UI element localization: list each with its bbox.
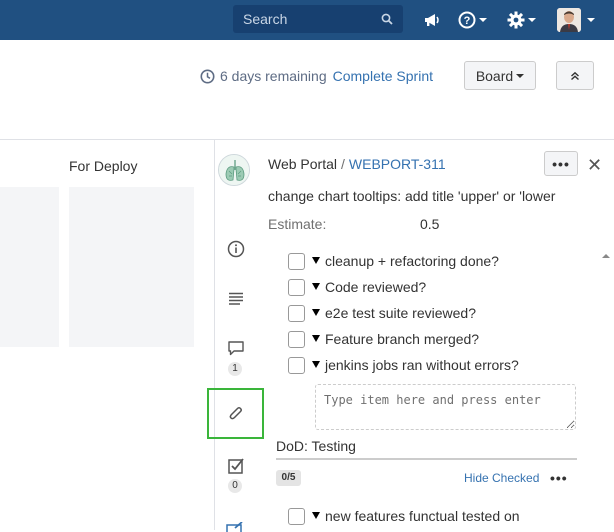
issue-key-link[interactable]: WEBPORT-311 (349, 156, 446, 172)
gear-icon (507, 11, 525, 29)
collapse-header-button[interactable] (556, 61, 594, 90)
checklist-item-label: e2e test suite reviewed? (325, 305, 476, 321)
expand-triangle-icon[interactable] (312, 308, 320, 316)
header-divider (0, 139, 614, 140)
checklist-more-button[interactable]: ••• (550, 470, 568, 486)
checklist-progress-badge: 0/5 (276, 470, 301, 486)
expand-triangle-icon[interactable] (312, 282, 320, 290)
chevron-down-icon (516, 73, 525, 78)
attachments-highlight (207, 388, 264, 439)
search-icon[interactable] (381, 13, 393, 25)
svg-text:?: ? (464, 15, 471, 27)
chevron-down-icon[interactable] (587, 18, 595, 22)
checklist-item-label: new features functual tested on (325, 508, 520, 524)
checklists-count-badge: 0 (228, 479, 242, 493)
checklist-item: jenkins jobs ran without errors? (288, 355, 519, 375)
checklist-item-label: cleanup + refactoring done? (325, 253, 499, 269)
description-icon[interactable] (227, 290, 245, 308)
breadcrumb-separator: / (341, 156, 345, 172)
checklist-item: e2e test suite reviewed? (288, 303, 476, 323)
checklist-progress-line (276, 458, 577, 460)
checklist-item: Feature branch merged? (288, 329, 479, 349)
checklist-item-checkbox[interactable] (288, 252, 305, 270)
board-column-area (0, 187, 59, 347)
detail-scrollbar[interactable] (600, 250, 614, 530)
issue-more-actions-button[interactable]: ••• (544, 151, 578, 176)
project-avatar (218, 154, 250, 186)
estimate-value[interactable]: 0.5 (420, 216, 439, 232)
user-avatar[interactable] (557, 8, 581, 32)
checklist-item-checkbox[interactable] (288, 304, 305, 322)
complete-sprint-link[interactable]: Complete Sprint (333, 68, 433, 84)
new-checklist-item-input[interactable] (316, 385, 575, 429)
scroll-up-arrow-icon[interactable] (602, 254, 610, 258)
checklist-item-label: Feature branch merged? (325, 331, 480, 347)
chevron-down-icon (479, 18, 487, 22)
info-icon[interactable] (227, 240, 245, 258)
expand-triangle-icon[interactable] (312, 256, 320, 264)
project-name[interactable]: Web Portal (268, 156, 337, 172)
notifications-button[interactable] (423, 8, 441, 32)
help-icon: ? (458, 11, 476, 29)
chevron-double-up-icon (571, 71, 579, 80)
top-navigation-bar: ? (0, 0, 614, 40)
board-menu-button[interactable]: Board (464, 61, 536, 90)
megaphone-icon (425, 14, 439, 26)
checklist-item-checkbox[interactable] (288, 330, 305, 348)
chevron-down-icon (528, 18, 536, 22)
user-photo-icon (557, 8, 581, 32)
settings-menu-button[interactable] (507, 8, 536, 32)
checklist-item: Code reviewed? (288, 277, 426, 297)
comment-icon[interactable] (227, 339, 245, 357)
expand-triangle-icon[interactable] (312, 360, 320, 368)
checklist-item-checkbox[interactable] (288, 278, 305, 296)
issue-breadcrumb: Web Portal / WEBPORT-311 (268, 156, 446, 172)
clock-icon (200, 69, 215, 83)
issue-summary[interactable]: change chart tooltips: add title 'upper'… (268, 188, 555, 204)
board-button-label: Board (475, 67, 514, 84)
close-icon[interactable]: ✕ (587, 156, 602, 174)
new-checklist-item-box[interactable] (315, 384, 576, 430)
checklist-item-checkbox[interactable] (288, 356, 305, 374)
comments-count-badge: 1 (228, 362, 242, 376)
help-menu-button[interactable]: ? (458, 8, 487, 32)
checklist-item: cleanup + refactoring done? (288, 251, 499, 271)
column-title-for-deploy: For Deploy (69, 158, 138, 174)
estimate-label: Estimate: (268, 216, 327, 232)
checklist-icon[interactable] (227, 457, 245, 475)
checklist-item-label: jenkins jobs ran without errors? (325, 357, 519, 373)
checklist-item-checkbox[interactable] (288, 507, 305, 525)
search-box[interactable] (233, 5, 403, 33)
search-input[interactable] (233, 5, 403, 33)
hide-checked-link[interactable]: Hide Checked (464, 471, 539, 485)
checklist-item: new features functual tested on (288, 506, 520, 526)
days-remaining: 6 days remaining (220, 68, 327, 84)
sprint-info: 6 days remaining Complete Sprint (200, 68, 433, 84)
board-column-area-for-deploy (69, 187, 194, 347)
edit-icon[interactable] (226, 522, 244, 532)
expand-triangle-icon[interactable] (312, 334, 320, 342)
checklist-title[interactable]: DoD: Testing (276, 438, 356, 454)
checklist-item-label: Code reviewed? (325, 279, 427, 295)
expand-triangle-icon[interactable] (312, 511, 320, 519)
